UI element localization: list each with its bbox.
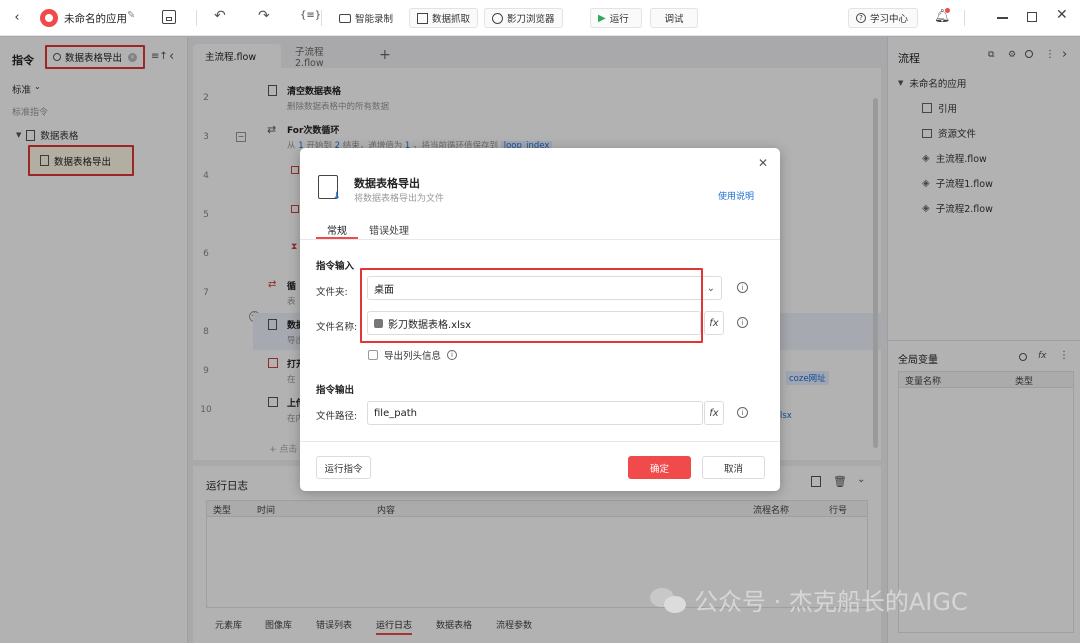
debug-label: 调试 xyxy=(664,14,684,25)
tab-general[interactable]: 常规 xyxy=(327,222,347,237)
divider xyxy=(964,10,965,26)
help-circle-icon: ? xyxy=(856,13,866,23)
document-export-icon: ↓ xyxy=(318,175,341,202)
watermark: 公众号 · 杰克船长的AIGC xyxy=(650,582,968,617)
learning-label: 学习中心 xyxy=(870,14,909,25)
browser-button[interactable]: 影刀浏览器 xyxy=(484,8,563,28)
table-export-dialog: ✕ ↓ 数据表格导出 将数据表格导出为文件 使用说明 常规 错误处理 指令输入 … xyxy=(300,148,780,491)
highlight-box xyxy=(360,268,703,343)
divider xyxy=(300,239,780,240)
close-icon[interactable]: ✕ xyxy=(1056,7,1068,23)
smart-record-button[interactable]: 智能录制 xyxy=(339,8,393,28)
app-name: 未命名的应用 xyxy=(64,13,127,25)
tab-error-handling[interactable]: 错误处理 xyxy=(369,222,409,237)
data-capture-label: 数据抓取 xyxy=(432,14,471,25)
browser-icon xyxy=(492,12,503,24)
checkbox-label: 导出列头信息 xyxy=(384,351,442,362)
dialog-subtitle: 将数据表格导出为文件 xyxy=(354,194,445,204)
info-icon[interactable]: i xyxy=(737,407,748,418)
debug-button[interactable]: 调试 xyxy=(650,8,698,28)
filename-label: 文件名称: xyxy=(316,322,358,333)
divider xyxy=(321,10,322,26)
run-command-button[interactable]: 运行指令 xyxy=(316,456,371,479)
undo-icon[interactable]: ↶ xyxy=(214,8,226,24)
cancel-button[interactable]: 取消 xyxy=(702,456,765,479)
section-output-title: 指令输出 xyxy=(316,385,355,396)
fx-button[interactable]: fx xyxy=(704,311,724,335)
notification-dot xyxy=(945,8,950,13)
restore-icon[interactable] xyxy=(1027,12,1037,22)
run-command-label: 运行指令 xyxy=(324,463,363,475)
save-icon[interactable] xyxy=(162,10,176,24)
info-icon: i xyxy=(447,350,458,360)
grid-icon xyxy=(417,12,428,24)
minimize-icon[interactable] xyxy=(997,17,1008,19)
filepath-value: file_path xyxy=(374,407,417,419)
run-button[interactable]: ▶ 运行 xyxy=(590,8,642,28)
smart-record-label: 智能录制 xyxy=(355,14,394,25)
confirm-button[interactable]: 确定 xyxy=(628,456,691,479)
info-icon[interactable]: i xyxy=(737,282,748,293)
info-icon[interactable]: i xyxy=(737,317,748,328)
close-icon[interactable]: ✕ xyxy=(758,156,768,170)
export-header-checkbox[interactable]: 导出列头信息 i xyxy=(368,348,458,362)
code-icon[interactable]: {≡} xyxy=(300,10,321,21)
back-icon[interactable]: ‹ xyxy=(10,10,24,25)
dialog-title: 数据表格导出 xyxy=(354,177,420,190)
run-label: 运行 xyxy=(609,14,629,25)
divider xyxy=(300,441,780,442)
watermark-text: 公众号 · 杰克船长的AIGC xyxy=(694,588,968,616)
chevron-down-icon: ⌄ xyxy=(706,282,715,294)
checkbox-icon xyxy=(368,350,378,360)
edit-name-icon[interactable]: ✎ xyxy=(127,10,135,21)
redo-icon[interactable]: ↷ xyxy=(258,8,270,24)
filepath-input[interactable]: file_path xyxy=(367,401,703,425)
cancel-label: 取消 xyxy=(723,463,743,475)
app-logo-icon xyxy=(40,9,58,27)
filepath-label: 文件路径: xyxy=(316,411,358,422)
data-capture-button[interactable]: 数据抓取 xyxy=(409,8,479,28)
wechat-icon xyxy=(650,586,686,614)
divider xyxy=(196,10,197,26)
help-link[interactable]: 使用说明 xyxy=(718,189,754,202)
learning-center-button[interactable]: ? 学习中心 xyxy=(848,8,918,28)
section-input-title: 指令输入 xyxy=(316,261,355,272)
record-icon xyxy=(339,13,351,23)
confirm-label: 确定 xyxy=(649,463,669,475)
browser-label: 影刀浏览器 xyxy=(507,14,555,25)
folder-label: 文件夹: xyxy=(316,287,348,298)
top-bar: ‹ 未命名的应用 ✎ ↶ ↷ {≡} 智能录制 数据抓取 影刀浏览器 ▶ 运行 … xyxy=(0,0,1080,36)
fx-button[interactable]: fx xyxy=(704,401,724,425)
play-icon: ▶ xyxy=(598,12,606,24)
